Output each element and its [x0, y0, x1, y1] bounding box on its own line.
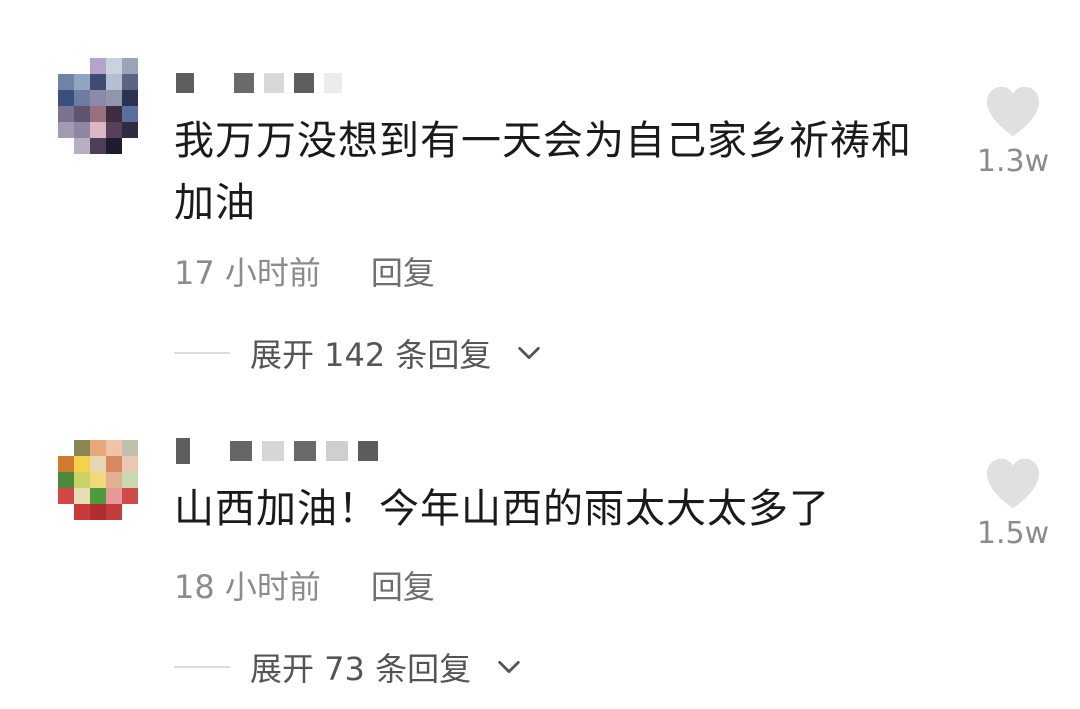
expand-replies-button[interactable]: 展开 73 条回复 [174, 644, 523, 690]
heart-icon [986, 458, 1040, 509]
expand-replies-label: 展开 73 条回复 [250, 650, 472, 688]
comment-text: 山西加油！今年山西的雨太大太多了 [174, 486, 830, 532]
divider-line [174, 352, 230, 354]
comment-meta: 18 小时前 回复 [174, 562, 435, 608]
like-button[interactable]: 1.3w [968, 84, 1058, 179]
comment-time: 17 小时前 [174, 254, 321, 292]
avatar[interactable] [58, 58, 154, 154]
like-count: 1.3w [976, 144, 1050, 179]
divider-line [174, 666, 230, 668]
comment-meta: 17 小时前 回复 [174, 248, 435, 294]
comment-time: 18 小时前 [174, 568, 321, 606]
username-masked[interactable] [176, 438, 378, 464]
username-masked[interactable] [176, 72, 342, 94]
comment-text: 我万万没想到有一天会为自己家乡祈祷和加油 [174, 118, 912, 226]
reply-button[interactable]: 回复 [371, 248, 435, 294]
heart-icon [986, 86, 1040, 137]
like-count: 1.5w [976, 516, 1050, 551]
expand-replies-label: 展开 142 条回复 [250, 336, 492, 374]
avatar[interactable] [58, 440, 154, 536]
expand-replies-button[interactable]: 展开 142 条回复 [174, 330, 543, 376]
chevron-down-icon [498, 660, 520, 674]
like-button[interactable]: 1.5w [968, 456, 1058, 551]
chevron-down-icon [518, 346, 541, 360]
reply-button[interactable]: 回复 [371, 562, 435, 608]
